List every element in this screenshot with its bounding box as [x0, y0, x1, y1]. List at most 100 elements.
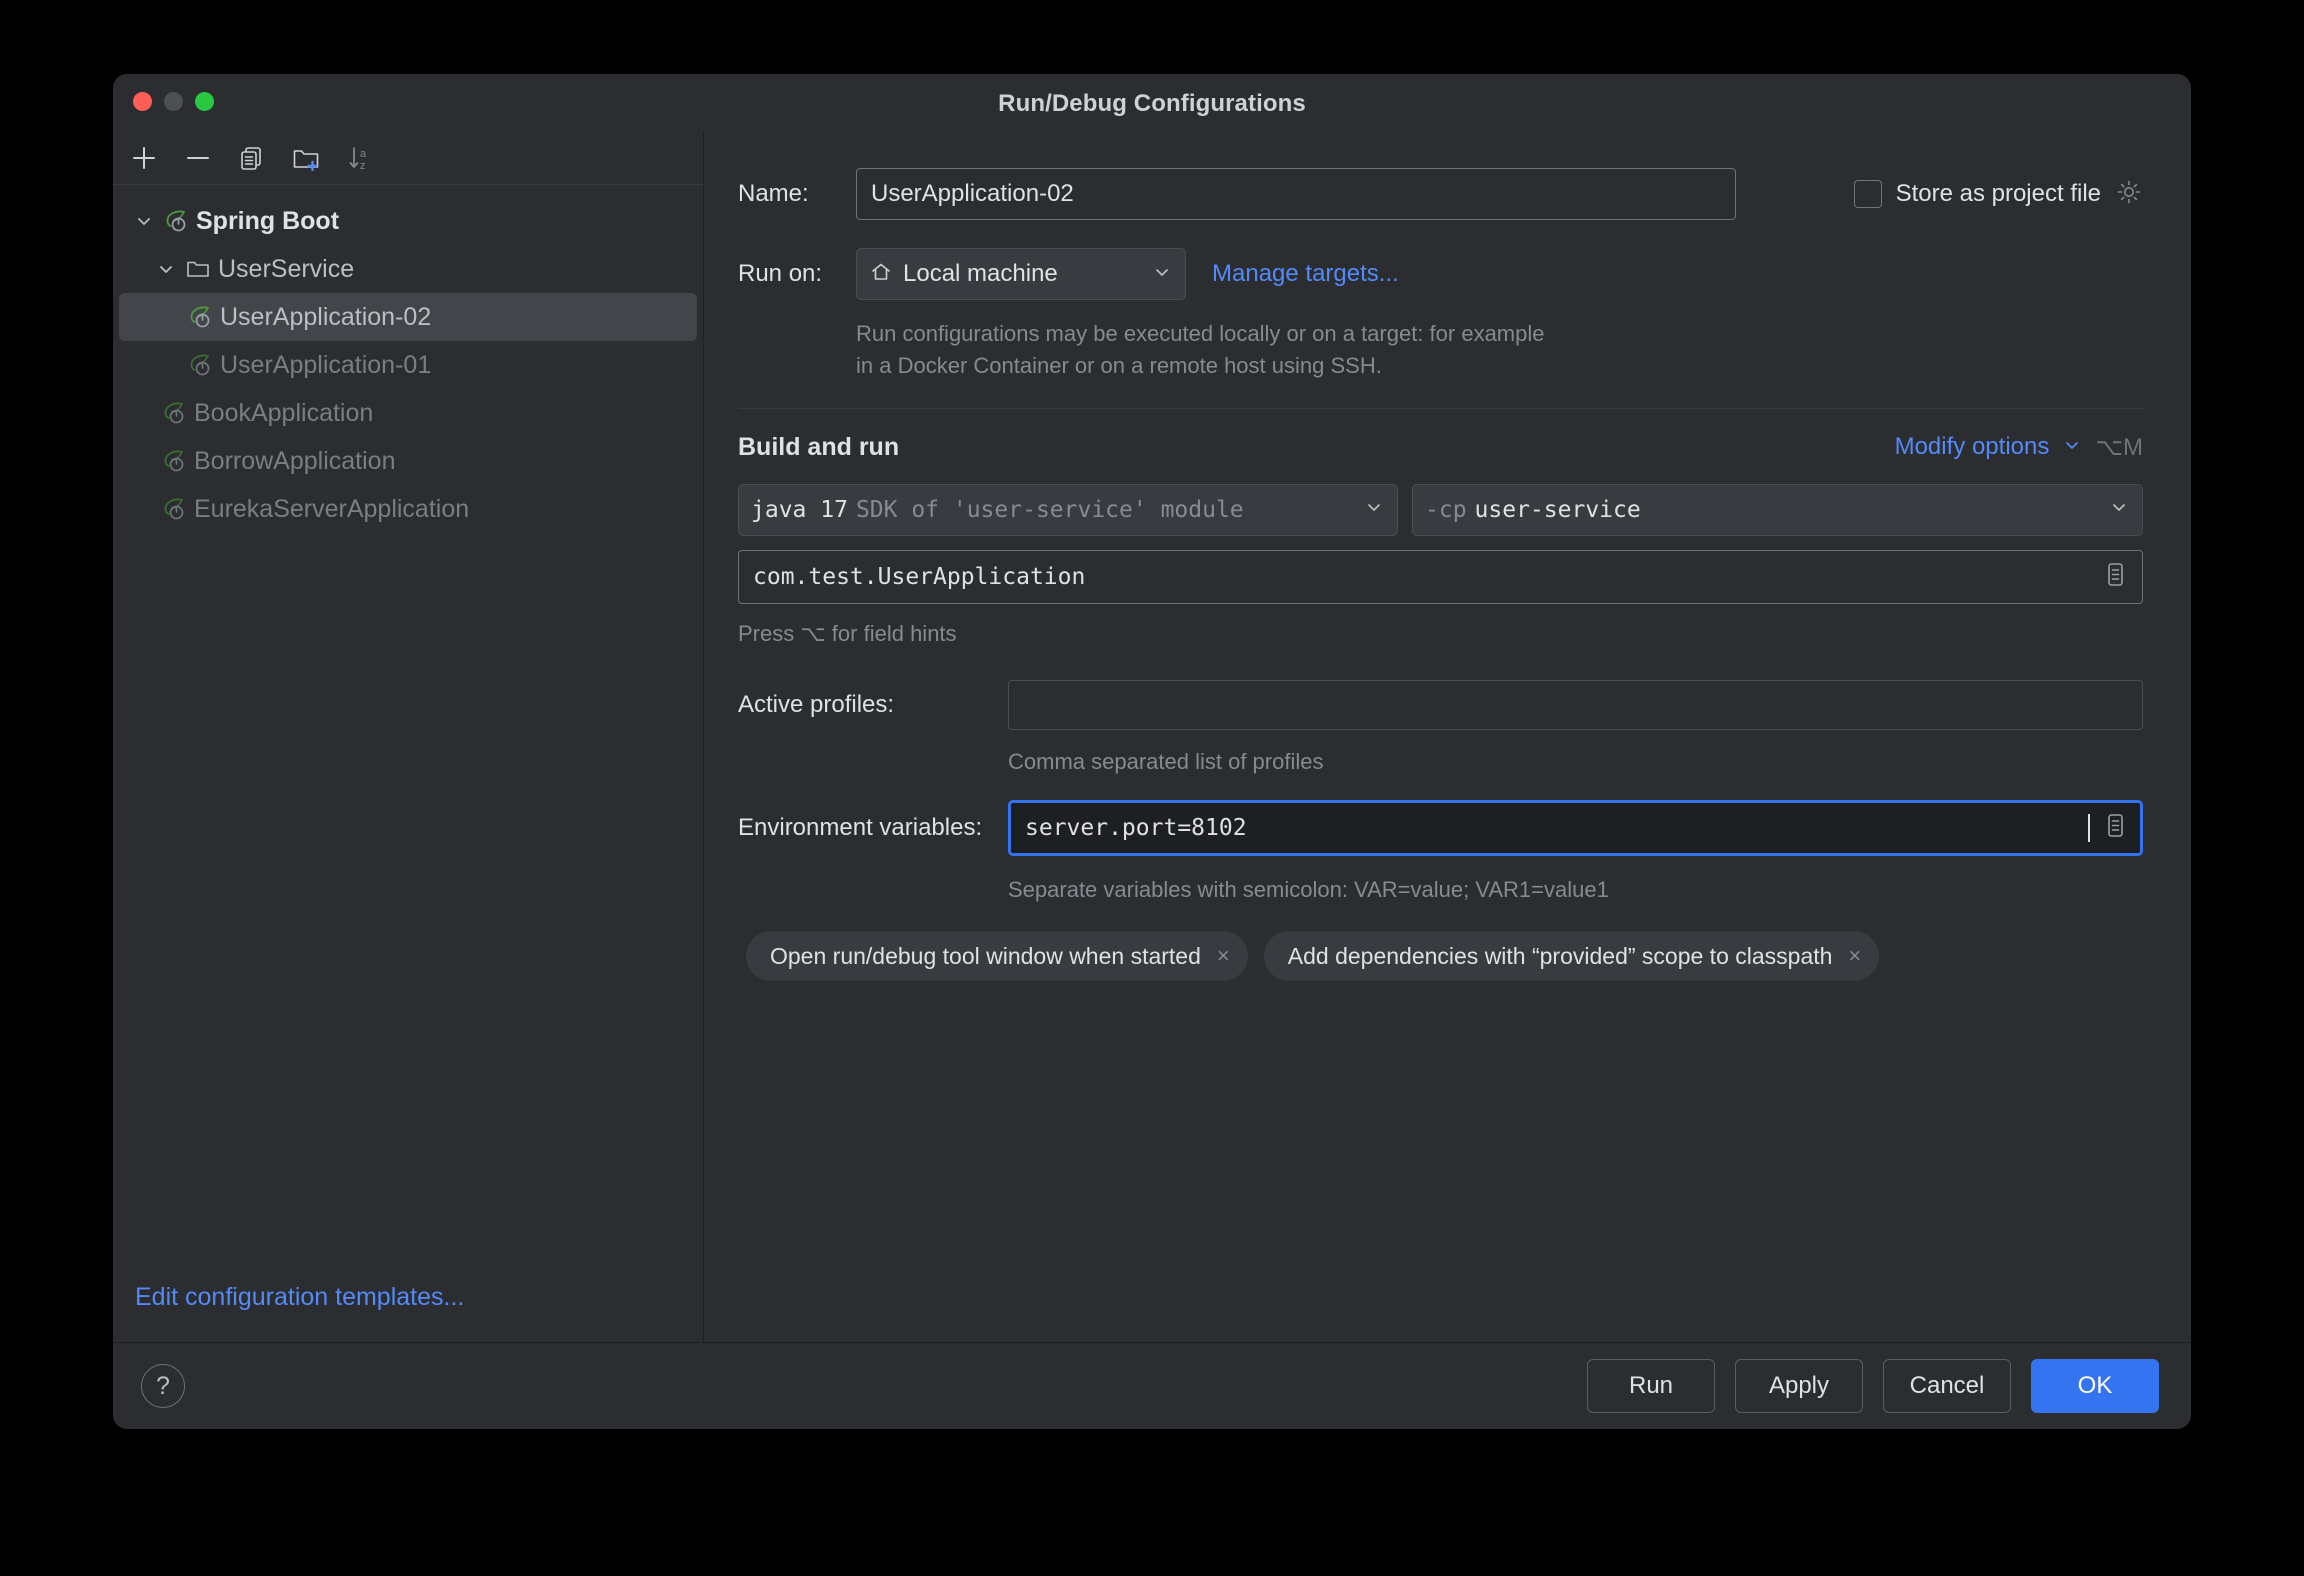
- cancel-button[interactable]: Cancel: [1883, 1359, 2011, 1413]
- svg-text:a: a: [360, 148, 367, 160]
- chevron-down-icon: [1363, 496, 1385, 523]
- jre-select[interactable]: java 17 SDK of 'user-service' module: [738, 484, 1398, 536]
- window-title: Run/Debug Configurations: [113, 90, 2191, 118]
- classpath-select[interactable]: -cp user-service: [1412, 484, 2143, 536]
- configurations-tree: Spring Boot UserService: [113, 185, 703, 1283]
- store-as-project-file-row: Store as project file: [1854, 178, 2143, 211]
- modify-options-link[interactable]: Modify options: [1895, 433, 2050, 461]
- tree-item-eurekaserverapplication[interactable]: EurekaServerApplication: [119, 485, 697, 533]
- active-profiles-label: Active profiles:: [738, 691, 1008, 719]
- browse-icon[interactable]: [2100, 559, 2130, 594]
- chip-open-run-debug-tool-window[interactable]: Open run/debug tool window when started …: [746, 931, 1248, 981]
- run-on-hint: Run configurations may be executed local…: [856, 318, 1556, 382]
- name-input[interactable]: UserApplication-02: [856, 168, 1736, 220]
- chevron-down-icon[interactable]: [2061, 434, 2083, 461]
- spring-boot-icon: [185, 350, 215, 380]
- name-row: Name: UserApplication-02 Store as projec…: [738, 168, 2143, 220]
- environment-variables-label: Environment variables:: [738, 814, 1008, 842]
- tree-item-borrowapplication[interactable]: BorrowApplication: [119, 437, 697, 485]
- add-configuration-button[interactable]: [127, 141, 161, 175]
- sdk-value: java 17: [751, 497, 848, 523]
- tree-item-userapplication-01[interactable]: UserApplication-01: [119, 341, 697, 389]
- run-on-value: Local machine: [903, 260, 1141, 288]
- configurations-sidebar: a z: [113, 132, 704, 1342]
- chevron-down-icon[interactable]: [153, 256, 179, 282]
- modify-options-shortcut: ⌥M: [2095, 433, 2143, 462]
- environment-variables-hint: Separate variables with semicolon: VAR=v…: [1008, 874, 2143, 906]
- close-icon[interactable]: ×: [1848, 945, 1861, 967]
- classpath-flag: -cp: [1425, 497, 1467, 523]
- store-as-project-file-label: Store as project file: [1896, 180, 2101, 208]
- active-profiles-hint: Comma separated list of profiles: [1008, 746, 2143, 778]
- browse-icon[interactable]: [2100, 810, 2130, 845]
- modify-options-group: Modify options ⌥M: [1895, 433, 2143, 462]
- sdk-description: SDK of 'user-service' module: [856, 497, 1244, 523]
- folder-icon: [183, 254, 213, 284]
- active-profiles-row: Active profiles:: [738, 680, 2143, 730]
- apply-button[interactable]: Apply: [1735, 1359, 1863, 1413]
- chevron-down-icon: [1151, 261, 1173, 288]
- section-divider: [738, 408, 2143, 409]
- ok-button[interactable]: OK: [2031, 1359, 2159, 1413]
- tree-item-label: BookApplication: [194, 399, 373, 428]
- name-input-value: UserApplication-02: [871, 180, 1074, 208]
- tree-item-bookapplication[interactable]: BookApplication: [119, 389, 697, 437]
- spring-boot-icon: [161, 206, 191, 236]
- build-and-run-title: Build and run: [738, 433, 899, 462]
- configurations-toolbar: a z: [113, 132, 703, 185]
- chevron-down-icon: [2108, 496, 2130, 523]
- active-profiles-input[interactable]: [1008, 680, 2143, 730]
- tree-item-label: EurekaServerApplication: [194, 495, 469, 524]
- run-button[interactable]: Run: [1587, 1359, 1715, 1413]
- close-icon[interactable]: ×: [1217, 945, 1230, 967]
- chevron-down-icon[interactable]: [131, 208, 157, 234]
- sort-alpha-down-button[interactable]: a z: [343, 141, 377, 175]
- svg-text:z: z: [360, 160, 366, 172]
- help-button[interactable]: ?: [141, 1364, 185, 1408]
- chip-label: Open run/debug tool window when started: [770, 943, 1201, 970]
- field-hints-text: Press ⌥ for field hints: [738, 618, 2143, 650]
- chip-label: Add dependencies with “provided” scope t…: [1288, 943, 1833, 970]
- new-folder-button[interactable]: [289, 141, 323, 175]
- tree-item-userservice[interactable]: UserService: [119, 245, 697, 293]
- option-chips: Open run/debug tool window when started …: [746, 931, 2143, 981]
- tree-item-label: BorrowApplication: [194, 447, 396, 476]
- gear-icon[interactable]: [2115, 178, 2143, 211]
- dialog-footer: ? Run Apply Cancel OK: [113, 1342, 2191, 1429]
- dialog-body: a z: [113, 132, 2191, 1342]
- run-debug-configurations-dialog: Run/Debug Configurations: [113, 74, 2191, 1429]
- sidebar-footer: Edit configuration templates...: [113, 1283, 703, 1342]
- tree-item-label: UserApplication-02: [220, 303, 431, 332]
- tree-item-spring-boot[interactable]: Spring Boot: [119, 197, 697, 245]
- tree-item-label: UserApplication-01: [220, 351, 431, 380]
- main-class-value: com.test.UserApplication: [753, 564, 2100, 590]
- environment-variables-value: server.port=8102: [1025, 815, 2087, 841]
- spring-boot-icon: [159, 446, 189, 476]
- tree-item-label: UserService: [218, 255, 354, 284]
- environment-variables-input[interactable]: server.port=8102: [1008, 800, 2143, 856]
- tree-item-label: Spring Boot: [196, 207, 339, 236]
- configuration-form: Name: UserApplication-02 Store as projec…: [704, 132, 2191, 1342]
- run-on-select[interactable]: Local machine: [856, 248, 1186, 300]
- tree-item-userapplication-02[interactable]: UserApplication-02: [119, 293, 697, 341]
- sdk-classpath-row: java 17 SDK of 'user-service' module -cp…: [738, 484, 2143, 536]
- copy-configuration-button[interactable]: [235, 141, 269, 175]
- spring-boot-icon: [159, 494, 189, 524]
- build-and-run-header: Build and run Modify options ⌥M: [738, 433, 2143, 462]
- run-on-row: Run on: Local machine Manage targets..: [738, 248, 2143, 300]
- spring-boot-icon: [185, 302, 215, 332]
- classpath-value: user-service: [1475, 497, 1641, 523]
- remove-configuration-button[interactable]: [181, 141, 215, 175]
- store-as-project-file-checkbox[interactable]: [1854, 180, 1882, 208]
- manage-targets-link[interactable]: Manage targets...: [1212, 260, 1399, 288]
- main-class-input[interactable]: com.test.UserApplication: [738, 550, 2143, 604]
- edit-configuration-templates-link[interactable]: Edit configuration templates...: [135, 1283, 464, 1311]
- name-label: Name:: [738, 180, 856, 208]
- spring-boot-icon: [159, 398, 189, 428]
- text-caret: [2088, 814, 2090, 842]
- window-titlebar: Run/Debug Configurations: [113, 74, 2191, 132]
- home-icon: [869, 260, 893, 289]
- chip-add-provided-dependencies[interactable]: Add dependencies with “provided” scope t…: [1264, 931, 1880, 981]
- run-on-label: Run on:: [738, 260, 856, 288]
- environment-variables-row: Environment variables: server.port=8102: [738, 800, 2143, 856]
